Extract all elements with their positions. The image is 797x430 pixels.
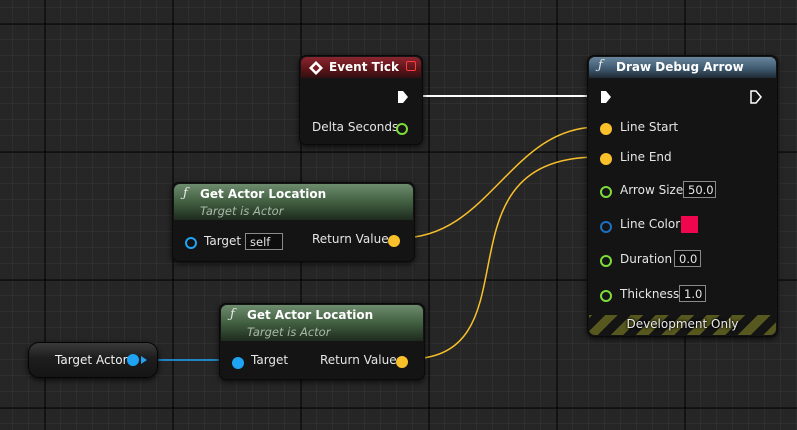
event-diamond-icon	[309, 61, 323, 75]
thickness-label: Thickness	[620, 287, 680, 301]
draw-debug-arrow-title: Draw Debug Arrow	[616, 60, 744, 74]
delta-seconds-label: Delta Seconds	[312, 120, 399, 134]
duration-pin[interactable]	[600, 255, 612, 267]
line-color-swatch[interactable]	[681, 216, 698, 233]
duration-field[interactable]: 0.0	[674, 250, 701, 267]
return-value-label-2: Return Value	[320, 353, 397, 367]
development-only-banner: Development Only	[589, 315, 776, 335]
target-actor-label: Target Actor	[55, 353, 128, 367]
line-end-wire[interactable]	[407, 156, 599, 360]
get-location-1-title: Get Actor Location	[200, 187, 327, 201]
line-end-pin[interactable]	[600, 153, 612, 165]
blueprint-graph-canvas[interactable]: Event Tick Delta Seconds ƒ Get Actor Loc…	[0, 0, 797, 430]
function-icon: ƒ	[598, 58, 603, 73]
line-start-label: Line Start	[620, 120, 679, 134]
get-location-2-title: Get Actor Location	[247, 308, 374, 322]
target-actor-pin[interactable]	[127, 354, 139, 366]
development-only-label: Development Only	[626, 317, 739, 331]
exec-out-pin[interactable]	[397, 90, 409, 104]
target-label-2: Target	[251, 353, 289, 367]
duration-label: Duration	[620, 252, 673, 266]
event-tick-title: Event Tick	[329, 60, 400, 74]
arrow-size-label: Arrow Size	[620, 183, 684, 197]
line-end-label: Line End	[620, 150, 672, 164]
function-icon: ƒ	[183, 186, 188, 201]
event-tick-node[interactable]: Event Tick Delta Seconds	[299, 55, 423, 145]
line-color-label: Line Color	[620, 217, 681, 231]
target-pin-1[interactable]	[185, 237, 197, 249]
return-value-label-1: Return Value	[312, 232, 389, 246]
arrow-size-field[interactable]: 50.0	[683, 181, 716, 198]
exec-in-pin[interactable]	[600, 90, 612, 104]
target-pin-2[interactable]	[232, 357, 244, 369]
return-value-pin-1[interactable]	[388, 235, 400, 247]
draw-debug-arrow-node[interactable]: ƒ Draw Debug Arrow Line Start Line End A…	[587, 55, 778, 337]
arrow-size-pin[interactable]	[600, 186, 612, 198]
event-delegate-pin[interactable]	[406, 61, 416, 71]
get-actor-location-node-1[interactable]: ƒ Get Actor Location Target is Actor Tar…	[172, 182, 415, 262]
line-color-pin[interactable]	[600, 221, 612, 233]
target-self-field[interactable]: self	[245, 233, 283, 250]
exec-out-pin[interactable]	[750, 90, 762, 104]
target-actor-variable-node[interactable]: Target Actor	[28, 342, 158, 378]
thickness-pin[interactable]	[600, 290, 612, 302]
get-location-1-subtitle: Target is Actor	[200, 204, 284, 218]
return-value-pin-2[interactable]	[396, 356, 408, 368]
delta-seconds-pin[interactable]	[396, 123, 408, 135]
get-actor-location-node-2[interactable]: ƒ Get Actor Location Target is Actor Tar…	[219, 303, 425, 380]
get-location-2-subtitle: Target is Actor	[247, 325, 331, 339]
pin-arrow-icon	[141, 356, 147, 364]
function-icon: ƒ	[230, 307, 235, 322]
line-start-pin[interactable]	[600, 123, 612, 135]
thickness-field[interactable]: 1.0	[679, 285, 706, 302]
target-label-1: Target	[204, 234, 242, 248]
